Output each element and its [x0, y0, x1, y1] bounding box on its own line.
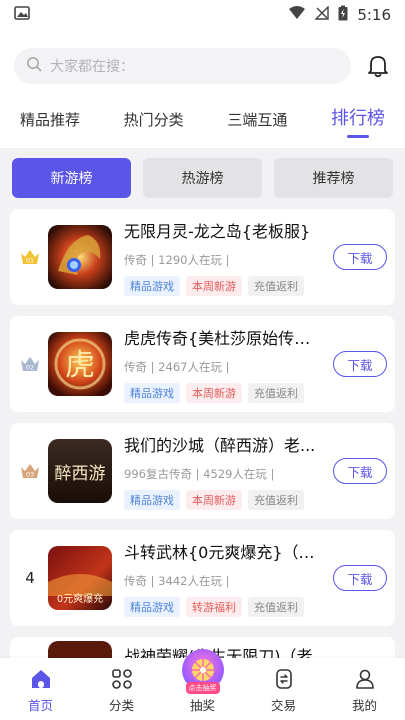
game-name: 我们的沙城（醉西游）老...: [124, 436, 316, 455]
game-name: 斗转武林{0元爽爆充}（老...: [124, 543, 325, 562]
rank-crown-bronze-icon: 03: [18, 459, 42, 483]
game-meta: 传奇 | 3442人在玩 |: [124, 574, 230, 588]
tag: 充值返利: [248, 383, 304, 403]
svg-text:醉西游: 醉西游: [55, 464, 106, 484]
wifi-icon: [288, 6, 306, 24]
tab-hot-categories[interactable]: 热门分类: [124, 109, 184, 138]
tab-featured[interactable]: 精品推荐: [20, 109, 80, 138]
rank-crown-silver-icon: 02: [18, 352, 42, 376]
rank-crown-gold-icon: 01: [18, 245, 42, 269]
tab-rankings[interactable]: 排行榜: [331, 104, 385, 138]
tag: 充值返利: [248, 276, 304, 296]
user-icon: [353, 667, 377, 691]
lottery-wheel-icon: 点击抽奖: [181, 649, 224, 694]
tag: 充值返利: [248, 490, 304, 510]
category-tabs: 精品推荐 热门分类 三端互通 排行榜: [14, 104, 391, 138]
search-icon: [26, 56, 42, 76]
home-icon: [29, 667, 53, 691]
tag: 精品游戏: [124, 383, 180, 403]
header: 大家都在搜： 精品推荐 热门分类 三端互通 排行榜: [0, 30, 405, 148]
grid-icon: [110, 667, 134, 691]
game-meta: 996复古传奇 | 4529人在玩 |: [124, 467, 275, 481]
game-thumbnail: 醉西游: [48, 439, 112, 503]
search-input[interactable]: 大家都在搜：: [14, 48, 351, 84]
nav-trade[interactable]: 交易: [252, 667, 316, 714]
nav-label: 分类: [108, 698, 134, 713]
tag: 本周新游: [186, 383, 242, 403]
game-list: 01 无限月灵-龙之岛{老板服} 传奇 | 1290人在玩 | 精品游戏 本周新…: [0, 198, 405, 697]
svg-text:虎: 虎: [65, 348, 95, 383]
download-button[interactable]: 下载: [333, 565, 387, 591]
download-button[interactable]: 下载: [333, 351, 387, 377]
trade-icon: [272, 667, 296, 691]
nav-lottery[interactable]: 点击抽奖 抽奖: [171, 649, 235, 714]
svg-text:01: 01: [26, 257, 34, 265]
lottery-badge: 点击抽奖: [185, 682, 220, 694]
list-item[interactable]: 03 醉西游 我们的沙城（醉西游）老... 996复古传奇 | 4529人在玩 …: [10, 423, 395, 519]
game-meta: 传奇 | 1290人在玩 |: [124, 253, 230, 267]
tab-new-games[interactable]: 新游榜: [12, 158, 131, 198]
status-time: 5:16: [357, 6, 391, 24]
tag: 本周新游: [186, 490, 242, 510]
list-item[interactable]: 02 虎 虎虎传奇{美杜莎原始传奇... 传奇 | 2467人在玩 | 精品游戏…: [10, 316, 395, 412]
nav-mine[interactable]: 我的: [333, 667, 397, 714]
game-name: 无限月灵-龙之岛{老板服}: [124, 222, 311, 241]
battery-charging-icon: [338, 5, 348, 25]
ranking-type-tabs: 新游榜 热游榜 推荐榜: [0, 148, 405, 198]
tab-hot-games[interactable]: 热游榜: [143, 158, 262, 198]
tag: 精品游戏: [124, 597, 180, 617]
game-thumbnail: 0元爽爆充: [48, 546, 112, 610]
gallery-notification-icon: [14, 6, 30, 24]
tag: 精品游戏: [124, 276, 180, 296]
tag: 本周新游: [186, 276, 242, 296]
tag: 充值返利: [248, 597, 304, 617]
nav-label: 我的: [351, 698, 377, 713]
download-button[interactable]: 下载: [333, 458, 387, 484]
game-thumbnail: [48, 225, 112, 289]
game-name: 虎虎传奇{美杜莎原始传奇...: [124, 329, 325, 348]
search-placeholder: 大家都在搜：: [50, 59, 134, 75]
list-item[interactable]: 01 无限月灵-龙之岛{老板服} 传奇 | 1290人在玩 | 精品游戏 本周新…: [10, 209, 395, 305]
no-signal-icon: [314, 5, 330, 24]
game-meta: 传奇 | 2467人在玩 |: [124, 360, 230, 374]
nav-label: 抽奖: [189, 698, 215, 713]
nav-label: 交易: [270, 698, 296, 713]
svg-text:02: 02: [26, 364, 34, 372]
nav-category[interactable]: 分类: [90, 667, 154, 714]
nav-home[interactable]: 首页: [9, 667, 73, 714]
tag: 转游福利: [186, 597, 242, 617]
list-item[interactable]: 4 0元爽爆充 斗转武林{0元爽爆充}（老... 传奇 | 3442人在玩 | …: [10, 530, 395, 626]
tab-recommended[interactable]: 推荐榜: [274, 158, 393, 198]
tab-cross-platform[interactable]: 三端互通: [227, 109, 287, 138]
tag: 精品游戏: [124, 490, 180, 510]
bell-icon[interactable]: [365, 53, 391, 79]
nav-label: 首页: [27, 698, 53, 713]
bottom-nav: 首页 分类 点击抽奖 抽奖 交易 我的: [0, 649, 405, 720]
download-button[interactable]: 下载: [333, 244, 387, 270]
rank-number: 4: [25, 569, 35, 587]
status-bar: 5:16: [0, 0, 405, 30]
svg-text:0元爽爆充: 0元爽爆充: [57, 592, 103, 605]
svg-text:03: 03: [26, 471, 34, 479]
game-thumbnail: 虎: [48, 332, 112, 396]
